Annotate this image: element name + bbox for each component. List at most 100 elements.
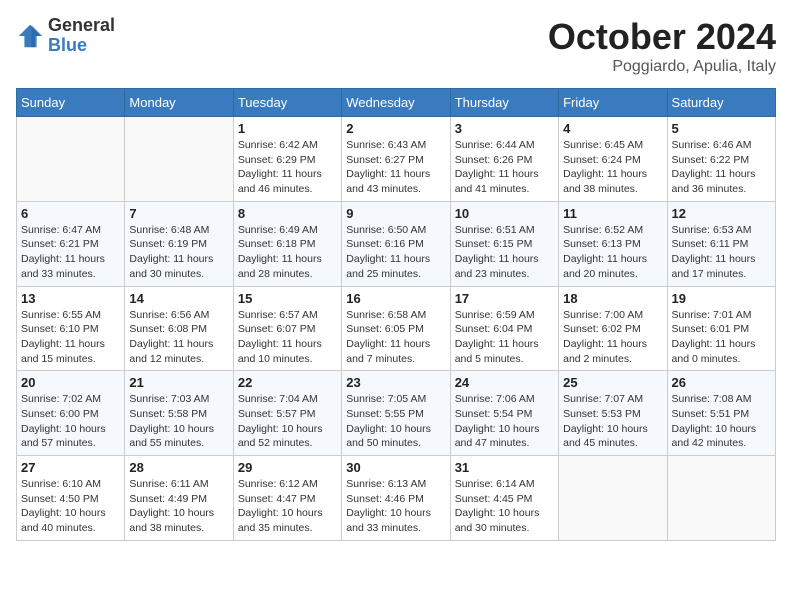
day-info: Sunrise: 6:59 AMSunset: 6:04 PMDaylight:… xyxy=(455,308,554,367)
day-info: Sunrise: 6:48 AMSunset: 6:19 PMDaylight:… xyxy=(129,223,228,282)
day-number: 22 xyxy=(238,375,337,390)
col-wednesday: Wednesday xyxy=(342,89,450,117)
day-info: Sunrise: 6:12 AMSunset: 4:47 PMDaylight:… xyxy=(238,477,337,536)
day-number: 29 xyxy=(238,460,337,475)
calendar-cell: 12 Sunrise: 6:53 AMSunset: 6:11 PMDayligh… xyxy=(667,201,775,286)
month-title: October 2024 xyxy=(548,16,776,58)
day-number: 30 xyxy=(346,460,445,475)
calendar-week-3: 20 Sunrise: 7:02 AMSunset: 6:00 PMDayligh… xyxy=(17,371,776,456)
day-info: Sunrise: 6:10 AMSunset: 4:50 PMDaylight:… xyxy=(21,477,120,536)
day-info: Sunrise: 6:42 AMSunset: 6:29 PMDaylight:… xyxy=(238,138,337,197)
day-number: 16 xyxy=(346,291,445,306)
calendar-cell: 10Sunrise: 6:51 AMSunset: 6:15 PMDayligh… xyxy=(450,201,558,286)
day-number: 17 xyxy=(455,291,554,306)
calendar-cell: 25Sunrise: 7:07 AMSunset: 5:53 PMDayligh… xyxy=(559,371,667,456)
day-info: Sunrise: 6:11 AMSunset: 4:49 PMDaylight:… xyxy=(129,477,228,536)
calendar-week-4: 27Sunrise: 6:10 AMSunset: 4:50 PMDayligh… xyxy=(17,456,776,541)
calendar-cell: 2Sunrise: 6:43 AMSunset: 6:27 PMDaylight… xyxy=(342,117,450,202)
day-info: Sunrise: 6:55 AMSunset: 6:10 PMDaylight:… xyxy=(21,308,120,367)
day-number: 3 xyxy=(455,121,554,136)
day-info: Sunrise: 6:44 AMSunset: 6:26 PMDaylight:… xyxy=(455,138,554,197)
location-subtitle: Poggiardo, Apulia, Italy xyxy=(548,58,776,76)
col-friday: Friday xyxy=(559,89,667,117)
calendar-cell: 3 Sunrise: 6:44 AMSunset: 6:26 PMDaylight… xyxy=(450,117,558,202)
calendar-cell: 23Sunrise: 7:05 AMSunset: 5:55 PMDayligh… xyxy=(342,371,450,456)
col-saturday: Saturday xyxy=(667,89,775,117)
logo-icon xyxy=(16,22,44,50)
calendar-cell: 4Sunrise: 6:45 AMSunset: 6:24 PMDaylight… xyxy=(559,117,667,202)
day-number: 23 xyxy=(346,375,445,390)
calendar-cell: 19 Sunrise: 7:01 AMSunset: 6:01 PMDayligh… xyxy=(667,286,775,371)
calendar-cell xyxy=(667,456,775,541)
calendar-cell: 24Sunrise: 7:06 AMSunset: 5:54 PMDayligh… xyxy=(450,371,558,456)
calendar-cell: 5Sunrise: 6:46 AMSunset: 6:22 PMDaylight… xyxy=(667,117,775,202)
calendar-cell: 11Sunrise: 6:52 AMSunset: 6:13 PMDayligh… xyxy=(559,201,667,286)
day-number: 5 xyxy=(672,121,771,136)
day-number: 11 xyxy=(563,206,662,221)
day-number: 6 xyxy=(21,206,120,221)
day-number: 31 xyxy=(455,460,554,475)
calendar-table: Sunday Monday Tuesday Wednesday Thursday… xyxy=(16,88,776,541)
page-header: General Blue October 2024 Poggiardo, Apu… xyxy=(16,16,776,76)
day-number: 18 xyxy=(563,291,662,306)
day-number: 13 xyxy=(21,291,120,306)
title-block: October 2024 Poggiardo, Apulia, Italy xyxy=(548,16,776,76)
day-info: Sunrise: 7:00 AMSunset: 6:02 PMDaylight:… xyxy=(563,308,662,367)
calendar-cell: 21 Sunrise: 7:03 AMSunset: 5:58 PMDayligh… xyxy=(125,371,233,456)
logo-blue: Blue xyxy=(48,36,115,56)
calendar-cell: 13 Sunrise: 6:55 AMSunset: 6:10 PMDayligh… xyxy=(17,286,125,371)
col-sunday: Sunday xyxy=(17,89,125,117)
calendar-cell: 8Sunrise: 6:49 AMSunset: 6:18 PMDaylight… xyxy=(233,201,341,286)
calendar-cell: 30 Sunrise: 6:13 AMSunset: 4:46 PMDayligh… xyxy=(342,456,450,541)
calendar-cell: 1 Sunrise: 6:42 AMSunset: 6:29 PMDaylight… xyxy=(233,117,341,202)
logo-text: General Blue xyxy=(48,16,115,56)
calendar-cell: 17 Sunrise: 6:59 AMSunset: 6:04 PMDayligh… xyxy=(450,286,558,371)
header-row: Sunday Monday Tuesday Wednesday Thursday… xyxy=(17,89,776,117)
day-info: Sunrise: 6:50 AMSunset: 6:16 PMDaylight:… xyxy=(346,223,445,282)
day-number: 20 xyxy=(21,375,120,390)
day-number: 15 xyxy=(238,291,337,306)
calendar-cell: 29 Sunrise: 6:12 AMSunset: 4:47 PMDayligh… xyxy=(233,456,341,541)
col-monday: Monday xyxy=(125,89,233,117)
day-info: Sunrise: 7:01 AMSunset: 6:01 PMDaylight:… xyxy=(672,308,771,367)
logo: General Blue xyxy=(16,16,115,56)
day-info: Sunrise: 6:49 AMSunset: 6:18 PMDaylight:… xyxy=(238,223,337,282)
day-info: Sunrise: 6:47 AMSunset: 6:21 PMDaylight:… xyxy=(21,223,120,282)
calendar-cell xyxy=(559,456,667,541)
calendar-cell: 6 Sunrise: 6:47 AMSunset: 6:21 PMDaylight… xyxy=(17,201,125,286)
day-number: 7 xyxy=(129,206,228,221)
calendar-cell: 18 Sunrise: 7:00 AMSunset: 6:02 PMDayligh… xyxy=(559,286,667,371)
calendar-cell: 26Sunrise: 7:08 AMSunset: 5:51 PMDayligh… xyxy=(667,371,775,456)
day-info: Sunrise: 6:14 AMSunset: 4:45 PMDaylight:… xyxy=(455,477,554,536)
day-info: Sunrise: 6:13 AMSunset: 4:46 PMDaylight:… xyxy=(346,477,445,536)
calendar-cell: 14 Sunrise: 6:56 AMSunset: 6:08 PMDayligh… xyxy=(125,286,233,371)
day-info: Sunrise: 7:02 AMSunset: 6:00 PMDaylight:… xyxy=(21,392,120,451)
calendar-cell: 27Sunrise: 6:10 AMSunset: 4:50 PMDayligh… xyxy=(17,456,125,541)
day-info: Sunrise: 6:45 AMSunset: 6:24 PMDaylight:… xyxy=(563,138,662,197)
day-info: Sunrise: 7:08 AMSunset: 5:51 PMDaylight:… xyxy=(672,392,771,451)
day-info: Sunrise: 6:51 AMSunset: 6:15 PMDaylight:… xyxy=(455,223,554,282)
day-number: 14 xyxy=(129,291,228,306)
day-number: 28 xyxy=(129,460,228,475)
calendar-body: 1 Sunrise: 6:42 AMSunset: 6:29 PMDaylight… xyxy=(17,117,776,541)
day-number: 21 xyxy=(129,375,228,390)
day-info: Sunrise: 7:04 AMSunset: 5:57 PMDaylight:… xyxy=(238,392,337,451)
logo-general: General xyxy=(48,16,115,36)
calendar-cell xyxy=(17,117,125,202)
day-number: 12 xyxy=(672,206,771,221)
day-number: 1 xyxy=(238,121,337,136)
day-number: 19 xyxy=(672,291,771,306)
calendar-week-0: 1 Sunrise: 6:42 AMSunset: 6:29 PMDaylight… xyxy=(17,117,776,202)
calendar-cell: 7 Sunrise: 6:48 AMSunset: 6:19 PMDaylight… xyxy=(125,201,233,286)
calendar-cell: 9 Sunrise: 6:50 AMSunset: 6:16 PMDaylight… xyxy=(342,201,450,286)
calendar-cell: 20 Sunrise: 7:02 AMSunset: 6:00 PMDayligh… xyxy=(17,371,125,456)
day-number: 9 xyxy=(346,206,445,221)
calendar-cell: 16Sunrise: 6:58 AMSunset: 6:05 PMDayligh… xyxy=(342,286,450,371)
col-thursday: Thursday xyxy=(450,89,558,117)
col-tuesday: Tuesday xyxy=(233,89,341,117)
day-info: Sunrise: 7:03 AMSunset: 5:58 PMDaylight:… xyxy=(129,392,228,451)
calendar-cell: 22 Sunrise: 7:04 AMSunset: 5:57 PMDayligh… xyxy=(233,371,341,456)
day-info: Sunrise: 6:56 AMSunset: 6:08 PMDaylight:… xyxy=(129,308,228,367)
day-info: Sunrise: 7:06 AMSunset: 5:54 PMDaylight:… xyxy=(455,392,554,451)
day-info: Sunrise: 6:53 AMSunset: 6:11 PMDaylight:… xyxy=(672,223,771,282)
